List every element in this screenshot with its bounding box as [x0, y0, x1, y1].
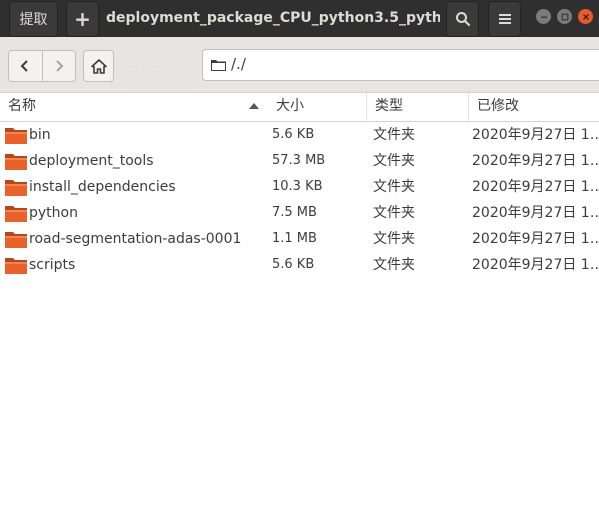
location-path: /./	[231, 55, 246, 73]
column-header-name[interactable]: 名称	[0, 93, 268, 121]
new-tab-button[interactable]: +	[66, 1, 99, 37]
file-modified: 2020年9月27日 1…	[472, 179, 599, 195]
file-size: 5.6 KB	[272, 127, 315, 142]
file-name: deployment_tools	[29, 153, 154, 169]
close-icon	[582, 13, 589, 20]
window-title: deployment_package_CPU_python3.5_pytho..…	[106, 10, 440, 26]
file-modified: 2020年9月27日 1…	[472, 153, 599, 169]
file-size: 10.3 KB	[272, 179, 323, 194]
file-modified: 2020年9月27日 1…	[472, 127, 599, 143]
file-list: bin 5.6 KB 文件夹 2020年9月27日 1… deployment_…	[0, 122, 599, 278]
file-name: scripts	[29, 257, 76, 273]
menu-button[interactable]	[488, 1, 521, 37]
table-row[interactable]: deployment_tools 57.3 MB 文件夹 2020年9月27日 …	[0, 148, 599, 174]
folder-icon	[5, 180, 27, 196]
file-modified: 2020年9月27日 1…	[472, 231, 599, 247]
location-bar[interactable]: /./	[202, 49, 599, 81]
folder-icon	[5, 154, 27, 170]
file-size: 1.1 MB	[272, 231, 317, 246]
sort-ascending-icon	[249, 103, 259, 109]
file-name: road-segmentation-adas-0001	[29, 231, 242, 247]
file-type: 文件夹	[373, 205, 415, 221]
table-row[interactable]: scripts 5.6 KB 文件夹 2020年9月27日 1…	[0, 252, 599, 278]
folder-icon	[5, 128, 27, 144]
home-icon	[90, 58, 107, 74]
file-size: 7.5 MB	[272, 205, 317, 220]
maximize-icon	[561, 13, 568, 20]
file-type: 文件夹	[373, 127, 415, 143]
header-bar: 提取 + deployment_package_CPU_python3.5_py…	[0, 0, 599, 37]
file-type: 文件夹	[373, 257, 415, 273]
minimize-icon	[540, 16, 547, 18]
file-name: python	[29, 205, 78, 221]
table-row[interactable]: bin 5.6 KB 文件夹 2020年9月27日 1…	[0, 122, 599, 148]
column-header-modified[interactable]: 已修改	[468, 93, 599, 121]
back-button[interactable]	[9, 51, 42, 81]
column-header-type[interactable]: 类型	[366, 93, 468, 121]
file-type: 文件夹	[373, 179, 415, 195]
table-row[interactable]: python 7.5 MB 文件夹 2020年9月27日 1…	[0, 200, 599, 226]
extract-button[interactable]: 提取	[9, 1, 58, 37]
folder-icon	[5, 232, 27, 248]
folder-icon	[5, 258, 27, 274]
chevron-right-icon	[56, 60, 64, 72]
minimize-button[interactable]	[536, 9, 551, 24]
column-header-size[interactable]: 大小	[268, 93, 366, 121]
file-size: 57.3 MB	[272, 153, 326, 168]
breadcrumb-ghost-text: ... . ....	[128, 57, 163, 70]
folder-icon	[5, 206, 27, 222]
file-name: install_dependencies	[29, 179, 176, 195]
folder-icon	[211, 60, 226, 71]
search-icon	[455, 12, 470, 27]
table-row[interactable]: install_dependencies 10.3 KB 文件夹 2020年9月…	[0, 174, 599, 200]
location-toolbar: ... . .... /./	[0, 37, 599, 92]
file-modified: 2020年9月27日 1…	[472, 205, 599, 221]
file-size: 5.6 KB	[272, 257, 315, 272]
chevron-left-icon	[21, 60, 29, 72]
forward-button[interactable]	[41, 51, 75, 81]
table-row[interactable]: road-segmentation-adas-0001 1.1 MB 文件夹 2…	[0, 226, 599, 252]
hamburger-icon	[498, 14, 511, 24]
file-name: bin	[29, 127, 51, 143]
maximize-button[interactable]	[557, 9, 572, 24]
close-button[interactable]	[578, 9, 593, 24]
column-header-row: 名称 大小 类型 已修改	[0, 92, 599, 122]
navigation-buttons	[8, 50, 76, 82]
file-modified: 2020年9月27日 1…	[472, 257, 599, 273]
file-type: 文件夹	[373, 153, 415, 169]
home-button[interactable]	[83, 50, 114, 82]
file-type: 文件夹	[373, 231, 415, 247]
search-button[interactable]	[446, 1, 479, 37]
